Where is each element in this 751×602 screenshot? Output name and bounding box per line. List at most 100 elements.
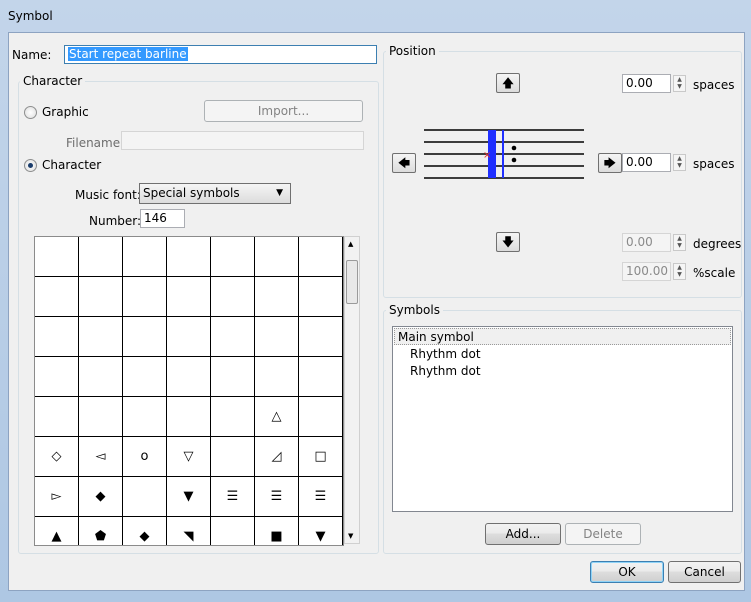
list-item-label: Rhythm dot: [410, 364, 481, 378]
glyph-cell[interactable]: [35, 237, 79, 277]
glyph-cell[interactable]: [211, 357, 255, 397]
glyph-cell[interactable]: ◿: [255, 437, 299, 477]
glyph-cell[interactable]: [35, 397, 79, 437]
glyph-cell[interactable]: ◇: [35, 437, 79, 477]
glyph-cell[interactable]: [123, 477, 167, 517]
glyph-cell[interactable]: [211, 397, 255, 437]
list-item-main-symbol[interactable]: Main symbol: [394, 328, 731, 345]
glyph-cell[interactable]: [211, 517, 255, 545]
name-input-value: Start repeat barline: [68, 47, 188, 61]
character-group-title: Character: [20, 74, 86, 88]
vertical-offset-input[interactable]: 0.00: [622, 74, 671, 93]
import-button[interactable]: Import...: [204, 100, 363, 122]
title-bar[interactable]: Symbol: [0, 0, 751, 32]
glyph-cell[interactable]: [211, 277, 255, 317]
glyph-cell[interactable]: [123, 237, 167, 277]
horizontal-unit: spaces: [693, 157, 735, 171]
ok-button[interactable]: OK: [590, 561, 664, 583]
filename-label: Filename:: [66, 136, 125, 150]
arrow-left-icon: 🡄: [397, 156, 411, 170]
glyph-cell[interactable]: ☰: [255, 477, 299, 517]
glyph-cell[interactable]: [255, 237, 299, 277]
list-item-rhythm-dot[interactable]: Rhythm dot: [410, 347, 481, 361]
glyph-cell[interactable]: [299, 237, 343, 277]
glyph-cell[interactable]: [299, 277, 343, 317]
glyph-cell[interactable]: ▲: [35, 517, 79, 545]
move-right-button[interactable]: 🡆: [598, 153, 622, 173]
glyph-cell[interactable]: [35, 317, 79, 357]
glyph-cell[interactable]: ◥: [167, 517, 211, 545]
glyph-cell[interactable]: [79, 317, 123, 357]
arrow-up-icon: 🡅: [501, 76, 515, 90]
glyph-cell[interactable]: ▼: [299, 517, 343, 545]
glyph-cell[interactable]: [167, 357, 211, 397]
glyph-cell[interactable]: [79, 357, 123, 397]
scroll-up-icon[interactable]: ▲: [348, 240, 353, 248]
glyph-grid-scrollbar[interactable]: ▲ ▼: [344, 236, 360, 544]
glyph-cell[interactable]: [211, 317, 255, 357]
glyph-cell[interactable]: [167, 277, 211, 317]
glyph-cell[interactable]: [35, 277, 79, 317]
glyph-cell[interactable]: [79, 237, 123, 277]
glyph-cell[interactable]: [211, 237, 255, 277]
glyph-cell[interactable]: [255, 357, 299, 397]
move-down-button[interactable]: 🡇: [496, 232, 520, 252]
glyph-cell[interactable]: [123, 397, 167, 437]
glyph-cell[interactable]: ◆: [79, 477, 123, 517]
glyph-cell[interactable]: [123, 357, 167, 397]
glyph-cell[interactable]: [123, 277, 167, 317]
horizontal-offset-spinner[interactable]: ▲ ▼: [673, 154, 686, 171]
name-input[interactable]: Start repeat barline: [64, 45, 377, 64]
glyph-cell[interactable]: [167, 317, 211, 357]
glyph-cell[interactable]: [211, 437, 255, 477]
graphic-radio[interactable]: [24, 106, 37, 119]
glyph-cell[interactable]: o: [123, 437, 167, 477]
symbol-dialog: Symbol Name: Start repeat barline Charac…: [0, 0, 751, 602]
move-left-button[interactable]: 🡄: [392, 153, 416, 173]
scroll-thumb[interactable]: [346, 260, 358, 304]
repeat-dot: [511, 157, 517, 163]
cancel-button[interactable]: Cancel: [668, 561, 741, 583]
number-input[interactable]: 146: [140, 209, 185, 228]
list-item-label: Main symbol: [398, 330, 474, 344]
glyph-cell[interactable]: [35, 357, 79, 397]
glyph-cell[interactable]: [299, 397, 343, 437]
add-button[interactable]: Add...: [485, 523, 561, 545]
vertical-offset-spinner[interactable]: ▲ ▼: [673, 75, 686, 92]
glyph-cell[interactable]: ■: [255, 517, 299, 545]
glyph-cell[interactable]: [167, 237, 211, 277]
glyph-cell[interactable]: ◆: [123, 517, 167, 545]
graphic-label: Graphic: [42, 105, 89, 119]
glyph-cell[interactable]: ▻: [35, 477, 79, 517]
rotation-input[interactable]: 0.00: [622, 233, 671, 252]
glyph-cell[interactable]: [79, 397, 123, 437]
music-font-select[interactable]: Special symbols ▼: [139, 183, 291, 204]
glyph-cell[interactable]: ▼: [167, 477, 211, 517]
glyph-cell[interactable]: ▽: [167, 437, 211, 477]
filename-input[interactable]: [121, 131, 364, 150]
glyph-cell[interactable]: [299, 317, 343, 357]
scroll-down-icon[interactable]: ▼: [348, 532, 353, 540]
glyph-cell[interactable]: [167, 397, 211, 437]
glyph-cell[interactable]: ☰: [299, 477, 343, 517]
glyph-cell[interactable]: [79, 277, 123, 317]
delete-button[interactable]: Delete: [565, 523, 641, 545]
glyph-cell[interactable]: △: [255, 397, 299, 437]
glyph-cell[interactable]: □: [299, 437, 343, 477]
symbols-list[interactable]: Main symbol Rhythm dot Rhythm dot: [392, 326, 733, 512]
glyph-cell[interactable]: ⬟: [79, 517, 123, 545]
list-item-rhythm-dot[interactable]: Rhythm dot: [410, 364, 481, 378]
scale-spinner[interactable]: ▲ ▼: [673, 263, 686, 280]
glyph-cell[interactable]: ◅: [79, 437, 123, 477]
horizontal-offset-input[interactable]: 0.00: [622, 153, 671, 172]
rotation-spinner[interactable]: ▲ ▼: [673, 234, 686, 251]
scale-input[interactable]: 100.00: [622, 262, 671, 281]
move-up-button[interactable]: 🡅: [496, 73, 520, 93]
glyph-cell[interactable]: ☰: [211, 477, 255, 517]
glyph-cell[interactable]: [255, 317, 299, 357]
glyph-cell[interactable]: [299, 357, 343, 397]
glyph-grid[interactable]: △ ◇ ◅ o ▽ ◿ □ ▻ ◆ ▼ ☰ ☰ ☰ ▲ ⬟ ◆ ◥ ■ ▼: [34, 236, 344, 546]
glyph-cell[interactable]: [255, 277, 299, 317]
character-radio[interactable]: [24, 159, 37, 172]
glyph-cell[interactable]: [123, 317, 167, 357]
